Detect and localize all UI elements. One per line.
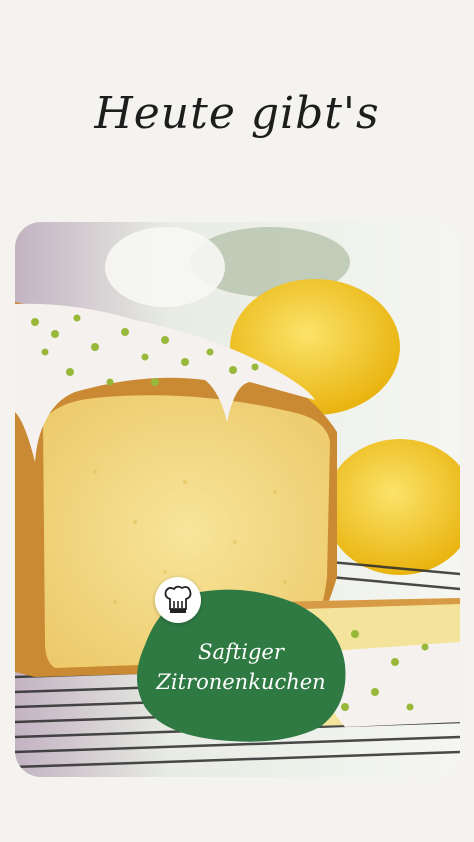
headline: Heute gibt's [94,88,380,139]
badge-line-1: Saftiger [198,640,284,664]
badge-line-2: Zitronenkuchen [156,670,326,694]
recipe-badge: Saftiger Zitronenkuchen [135,577,347,743]
chef-hat-icon [164,585,192,613]
chef-hat-badge [155,577,201,623]
